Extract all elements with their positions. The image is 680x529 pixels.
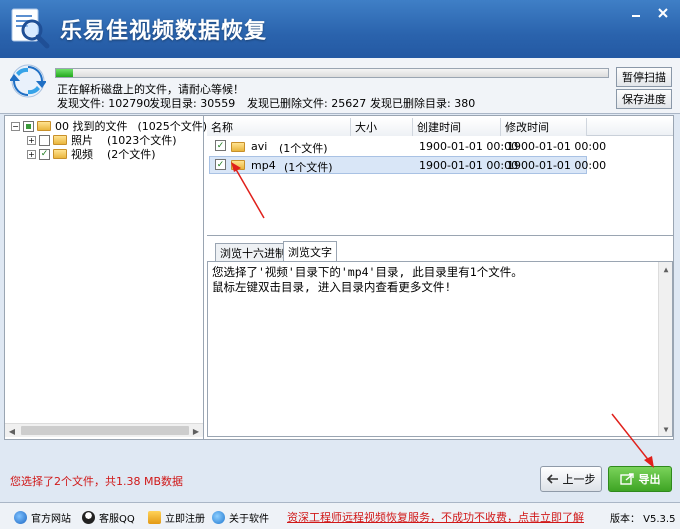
tree-horizontal-scrollbar[interactable]: ◀ ▶	[5, 423, 203, 437]
scroll-right-icon[interactable]: ▶	[189, 424, 203, 438]
title-bar: 乐易佳视频数据恢复	[0, 0, 680, 58]
app-title: 乐易佳视频数据恢复	[60, 19, 268, 44]
support-qq-link[interactable]: 客服QQ	[82, 510, 135, 525]
column-size[interactable]: 大小	[351, 118, 413, 136]
previous-step-label: 上一步	[562, 473, 596, 486]
register-key-icon	[148, 511, 161, 524]
row-created: 1900-01-01 00:00	[419, 159, 519, 172]
text-preview: 您选择了'视频'目录下的'mp4'目录, 此目录里有1个文件。 鼠标左键双击目录…	[207, 261, 673, 437]
deleted-dirs-count: 发现已删除目录: 380	[370, 97, 476, 110]
previous-step-button[interactable]: 上一步	[540, 466, 602, 492]
found-dirs-count: 发现目录: 30559	[149, 97, 236, 110]
scan-status-panel: 正在解析磁盘上的文件，请耐心等候！ 发现文件: 102790 发现目录: 305…	[0, 58, 680, 114]
info-icon	[212, 511, 225, 524]
found-files-count: 发现文件: 102790	[57, 97, 151, 110]
file-list: 名称 大小 创建时间 修改时间 ✓ avi (1个文件) 1900-01-01 …	[207, 116, 673, 236]
official-site-link[interactable]: 官方网站	[14, 510, 71, 525]
tree-checkbox-photos[interactable]	[39, 134, 50, 146]
folder-icon	[231, 142, 245, 152]
register-link[interactable]: 立即注册	[148, 510, 205, 525]
version-label: 版本： V5.3.5	[610, 514, 676, 525]
preview-tabs: 浏览十六进制 浏览文字	[207, 240, 673, 262]
row-modified: 1900-01-01 00:00	[507, 159, 607, 172]
tree-item-root[interactable]: − 00 找到的文件 (1025个文件)	[11, 119, 207, 133]
scroll-down-icon[interactable]: ▼	[659, 422, 673, 436]
preview-line: 您选择了'视频'目录下的'mp4'目录, 此目录里有1个文件。	[212, 265, 523, 279]
close-button[interactable]	[652, 4, 674, 22]
minimize-icon	[632, 15, 640, 17]
row-name: mp4	[251, 159, 276, 172]
row-checkbox[interactable]: ✓	[215, 140, 226, 151]
tree-item-videos[interactable]: + ✓ 视频 (2个文件)	[27, 147, 156, 161]
tree-checkbox-videos[interactable]: ✓	[39, 148, 50, 160]
collapse-icon[interactable]: −	[11, 121, 20, 131]
tree-videos-label: 视频	[71, 148, 93, 161]
export-icon	[619, 473, 634, 485]
about-link[interactable]: 关于软件	[212, 510, 269, 525]
close-icon	[658, 8, 668, 18]
preview-vertical-scrollbar[interactable]: ▲ ▼	[658, 262, 672, 436]
table-row[interactable]: ✓ avi (1个文件) 1900-01-01 00:00 1900-01-01…	[209, 138, 606, 156]
tree-item-photos[interactable]: + 照片 (1023个文件)	[27, 133, 177, 147]
minimize-button[interactable]	[625, 4, 647, 22]
row-count: (1个文件)	[284, 161, 333, 174]
footer-bar: 官方网站 客服QQ 立即注册 关于软件 资深工程师远程视频恢复服务，不成功不收费…	[0, 502, 680, 529]
scroll-left-icon[interactable]: ◀	[5, 424, 19, 438]
row-count: (1个文件)	[279, 142, 328, 155]
pause-scan-button[interactable]: 暂停扫描	[616, 67, 672, 87]
expand-icon[interactable]: +	[27, 149, 36, 159]
support-qq-label: 客服QQ	[99, 514, 135, 525]
main-panel: − 00 找到的文件 (1025个文件) + 照片 (1023个文件) + ✓ …	[4, 115, 674, 440]
tab-hex-view[interactable]: 浏览十六进制	[215, 243, 291, 261]
save-progress-button[interactable]: 保存进度	[616, 89, 672, 109]
export-label: 导出	[638, 473, 661, 486]
official-site-label: 官方网站	[31, 514, 71, 525]
arrow-left-icon	[546, 474, 558, 484]
folder-icon	[231, 160, 245, 170]
row-created: 1900-01-01 00:00	[419, 140, 519, 153]
globe-icon	[14, 511, 27, 524]
folder-icon	[53, 149, 67, 159]
about-label: 关于软件	[229, 514, 269, 525]
scroll-up-icon[interactable]: ▲	[659, 262, 673, 276]
scan-progress-icon	[10, 64, 46, 98]
folder-icon	[37, 121, 51, 131]
column-name[interactable]: 名称	[207, 118, 351, 136]
magnifier-logo-icon	[11, 8, 50, 49]
register-label: 立即注册	[165, 514, 205, 525]
qq-icon	[82, 511, 95, 524]
table-row[interactable]: ✓ mp4 (1个文件) 1900-01-01 00:00 1900-01-01…	[209, 156, 606, 174]
column-modified[interactable]: 修改时间	[501, 118, 587, 136]
scan-progress-bar	[55, 68, 609, 78]
column-created[interactable]: 创建时间	[413, 118, 501, 136]
tree-checkbox-root[interactable]	[23, 120, 34, 132]
scan-progress-fill	[56, 69, 73, 77]
deleted-files-count: 发现已删除文件: 25627	[247, 97, 367, 110]
folder-tree: − 00 找到的文件 (1025个文件) + 照片 (1023个文件) + ✓ …	[5, 116, 207, 439]
row-checkbox[interactable]: ✓	[215, 159, 226, 170]
selection-summary: 您选择了2个文件，共1.38 MB数据	[10, 475, 184, 488]
scroll-thumb[interactable]	[21, 426, 189, 435]
folder-icon	[53, 135, 67, 145]
export-button[interactable]: 导出	[608, 466, 672, 492]
tab-text-view[interactable]: 浏览文字	[283, 241, 337, 262]
row-name: avi	[251, 140, 268, 153]
tree-videos-count: (2个文件)	[107, 148, 156, 161]
row-modified: 1900-01-01 00:00	[507, 140, 607, 153]
preview-line: 鼠标左键双击目录, 进入目录内查看更多文件!	[212, 280, 452, 294]
expand-icon[interactable]: +	[27, 135, 36, 145]
remote-service-promo-link[interactable]: 资深工程师远程视频恢复服务，不成功不收费，点击立即了解	[287, 509, 584, 525]
